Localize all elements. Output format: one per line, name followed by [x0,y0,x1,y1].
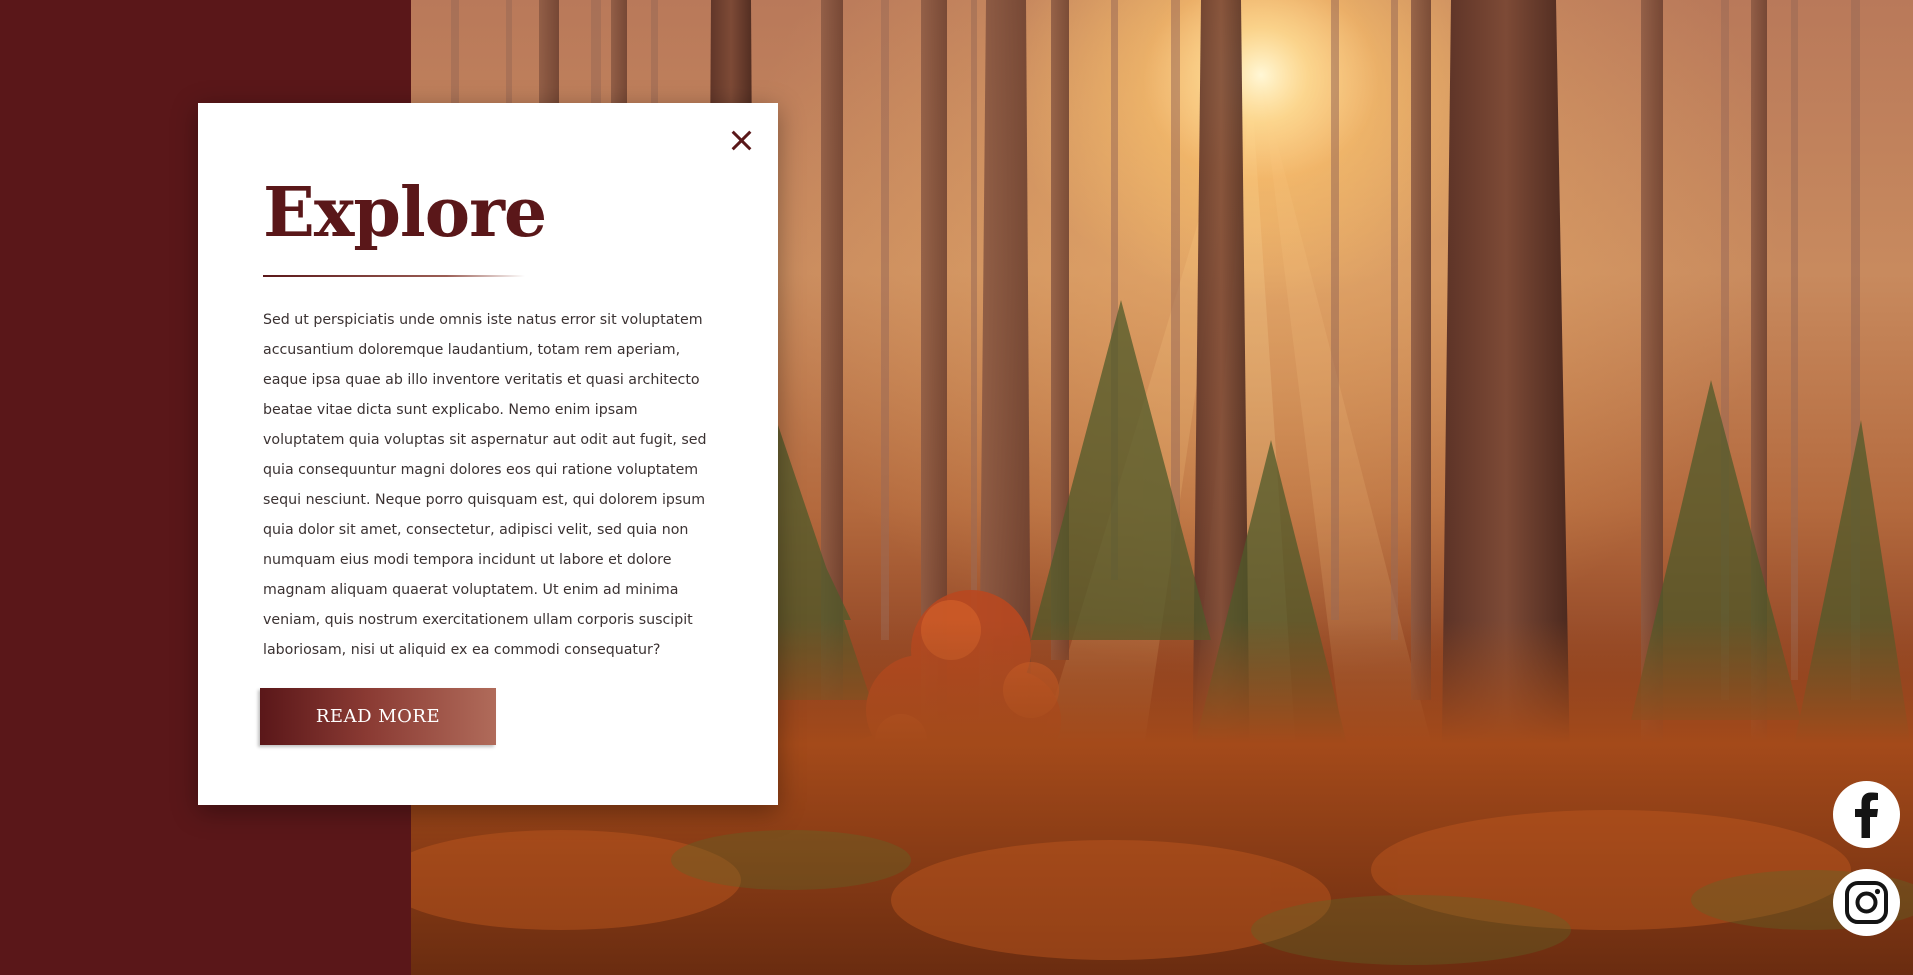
instagram-glyph [1845,881,1888,924]
modal-body-text: Sed ut perspiciatis unde omnis iste natu… [263,312,707,658]
read-more-button[interactable]: READ MORE [260,688,496,745]
close-icon[interactable] [724,123,758,157]
facebook-icon[interactable] [1833,781,1900,848]
explore-modal: Explore Sed ut perspiciatis unde omnis i… [198,103,778,805]
instagram-icon[interactable] [1833,869,1900,936]
title-underline [263,275,525,277]
page: Explore Sed ut perspiciatis unde omnis i… [0,0,1913,975]
facebook-glyph [1855,792,1878,838]
modal-title: Explore [263,173,547,253]
